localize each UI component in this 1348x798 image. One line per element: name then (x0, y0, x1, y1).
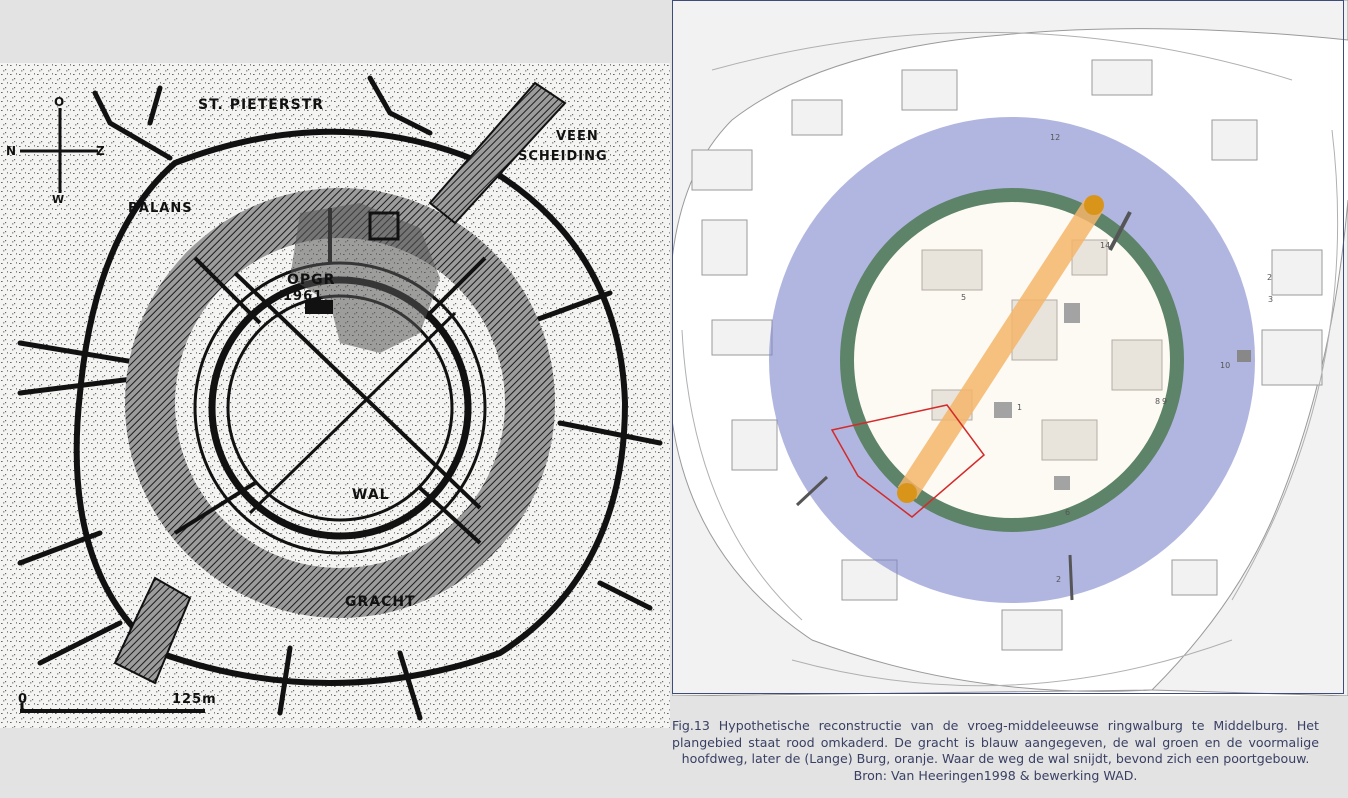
poort-north (1084, 195, 1104, 215)
number-label: 10 (1220, 361, 1230, 370)
number-label: 2 (1056, 575, 1061, 584)
compass-east-label: O (54, 95, 65, 109)
caption-text: Fig.13 Hypothetische reconstructie van d… (672, 718, 1319, 767)
caption-source: Bron: Van Heeringen1998 & bewerking WAD. (853, 767, 1138, 783)
number-label: 3 (1268, 295, 1273, 304)
historic-ringwalburg-map: O N Z W ST. PIETERSTR VEEN SCHEIDING BAL… (0, 63, 670, 728)
label-wal: WAL (352, 487, 390, 503)
compass-north-label: N (6, 144, 17, 158)
compass-south-label: Z (96, 144, 106, 158)
overlay-map-svg: 12 14 2 3 1 5 6 8 9 10 2 (672, 0, 1348, 696)
figure-caption: Fig.13 Hypothetische reconstructie van d… (672, 718, 1319, 784)
scale-end-label: 125m (172, 692, 217, 707)
number-label: 2 (1267, 273, 1272, 282)
label-opgr: OPGR (287, 272, 335, 288)
number-label: 12 (1050, 133, 1060, 142)
scale-start-label: 0 (18, 692, 28, 707)
overlay-reconstruction-map: 12 14 2 3 1 5 6 8 9 10 2 (672, 0, 1348, 696)
number-label: 9 (1162, 397, 1167, 406)
number-label: 5 (961, 293, 966, 302)
number-label: 1 (1017, 403, 1022, 412)
poort-south (897, 483, 917, 503)
number-label: 14 (1100, 241, 1110, 250)
label-gracht: GRACHT (345, 594, 416, 610)
label-scheiding: SCHEIDING (518, 149, 608, 164)
historic-map-svg: O N Z W ST. PIETERSTR VEEN SCHEIDING BAL… (0, 63, 670, 728)
number-label: 8 (1155, 397, 1160, 406)
label-veen: VEEN (556, 129, 599, 144)
street-label-st-pieterstr: ST. PIETERSTR (198, 97, 324, 113)
number-label: 6 (1065, 508, 1070, 517)
label-balans: BALANS (128, 201, 193, 216)
compass-west-label: W (52, 193, 65, 206)
label-opgr-year: 1961 (283, 289, 323, 304)
